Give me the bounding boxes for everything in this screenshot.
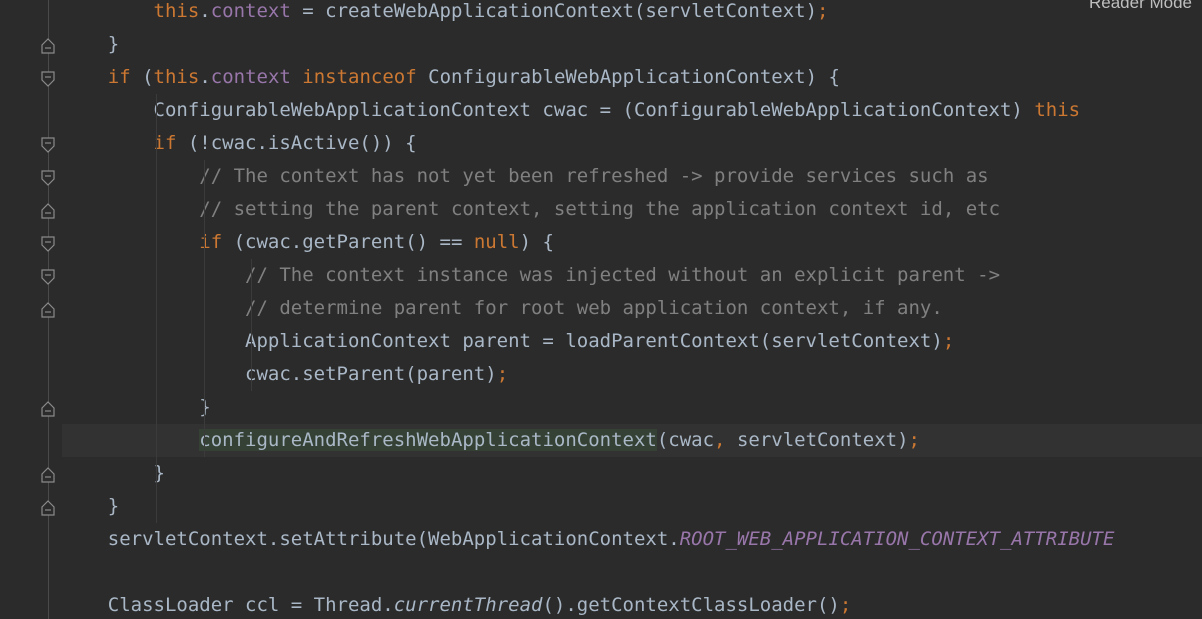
code-token: . xyxy=(199,0,211,22)
code-token: if xyxy=(107,66,131,88)
code-token: context xyxy=(210,0,291,22)
code-token: ; xyxy=(908,429,920,451)
fold-start-icon[interactable] xyxy=(41,235,55,252)
fold-end-icon[interactable] xyxy=(41,37,55,54)
code-line[interactable]: // The context instance was injected wit… xyxy=(62,259,1202,292)
code-token: (cwac.getParent() == xyxy=(222,231,474,253)
code-token: // setting the parent context, setting t… xyxy=(199,198,1001,220)
fold-end-icon[interactable] xyxy=(41,400,55,417)
code-token: context xyxy=(210,66,291,88)
code-token: ; xyxy=(496,363,509,385)
code-token: // determine parent for root web applica… xyxy=(245,297,943,319)
code-line[interactable]: } xyxy=(62,490,1202,523)
code-token: , xyxy=(714,429,726,451)
code-line[interactable]: cwac.setParent(parent); xyxy=(62,358,1202,391)
code-token: ; xyxy=(817,0,829,22)
code-token: null xyxy=(473,231,520,253)
code-token: this xyxy=(153,66,200,88)
code-token: if xyxy=(153,132,177,154)
code-line[interactable] xyxy=(62,556,1202,589)
code-token: (cwac xyxy=(656,429,715,451)
code-line[interactable]: servletContext.setAttribute(WebApplicati… xyxy=(62,523,1202,556)
fold-end-icon[interactable] xyxy=(41,301,55,318)
code-token: } xyxy=(62,33,120,55)
code-token: ConfigurableWebApplicationContext) { xyxy=(416,66,840,88)
code-token: ROOT_WEB_APPLICATION_CONTEXT_ATTRIBUTE xyxy=(679,528,1115,550)
code-token: ( xyxy=(130,66,154,88)
code-token: // The context instance was injected wit… xyxy=(245,264,1001,286)
fold-end-icon[interactable] xyxy=(41,202,55,219)
fold-end-icon[interactable] xyxy=(41,499,55,516)
code-token: ConfigurableWebApplicationContext cwac =… xyxy=(62,99,1035,121)
code-line[interactable]: } xyxy=(62,391,1202,424)
code-line[interactable]: // setting the parent context, setting t… xyxy=(62,193,1202,226)
code-line[interactable]: this.context = createWebApplicationConte… xyxy=(62,0,1202,28)
code-line[interactable]: if (cwac.getParent() == null) { xyxy=(62,226,1202,259)
code-token: } xyxy=(62,396,211,418)
code-line[interactable]: if (this.context instanceof Configurable… xyxy=(62,61,1202,94)
code-line[interactable]: ConfigurableWebApplicationContext cwac =… xyxy=(62,94,1202,127)
code-token: // The context has not yet been refreshe… xyxy=(199,165,989,187)
reader-mode-toggle[interactable]: Reader Mode xyxy=(1089,0,1192,13)
indent-guide xyxy=(203,160,205,457)
code-line[interactable]: } xyxy=(62,457,1202,490)
code-token: servletContext) xyxy=(725,429,909,451)
code-line[interactable]: ClassLoader ccl = Thread.currentThread()… xyxy=(62,589,1202,619)
code-token: ; xyxy=(839,594,852,616)
code-line[interactable]: configureAndRefreshWebApplicationContext… xyxy=(62,424,1202,457)
code-token: } xyxy=(62,495,120,517)
fold-end-icon[interactable] xyxy=(41,466,55,483)
code-line[interactable]: // The context has not yet been refreshe… xyxy=(62,160,1202,193)
code-token: currentThread xyxy=(393,594,543,616)
code-token: cwac.setParent(parent) xyxy=(62,363,497,385)
code-line[interactable]: // determine parent for root web applica… xyxy=(62,292,1202,325)
fold-start-icon[interactable] xyxy=(41,268,55,285)
code-token: (!cwac.isActive()) { xyxy=(176,132,417,154)
code-line[interactable]: } xyxy=(62,28,1202,61)
code-token: ApplicationContext parent = loadParentCo… xyxy=(62,330,943,352)
code-line[interactable]: if (!cwac.isActive()) { xyxy=(62,127,1202,160)
fold-start-icon[interactable] xyxy=(41,169,55,186)
code-token: this xyxy=(153,0,200,22)
code-line[interactable]: ApplicationContext parent = loadParentCo… xyxy=(62,325,1202,358)
editor-gutter xyxy=(0,0,62,619)
code-token: ().getContextClassLoader() xyxy=(542,594,840,616)
code-token: servletContext.setAttribute(WebApplicati… xyxy=(62,528,680,550)
indent-guide xyxy=(155,94,157,523)
code-token: ) { xyxy=(519,231,554,253)
code-token: . xyxy=(199,66,211,88)
code-token: } xyxy=(62,462,165,484)
code-token: ; xyxy=(942,330,955,352)
code-token: ClassLoader ccl = Thread. xyxy=(62,594,394,616)
code-token: this xyxy=(1034,99,1081,121)
indent-guide xyxy=(251,259,253,391)
code-token: configureAndRefreshWebApplicationContext xyxy=(199,429,657,451)
code-token: instanceof xyxy=(302,66,417,88)
fold-start-icon[interactable] xyxy=(41,70,55,87)
code-editor[interactable]: this.context = createWebApplicationConte… xyxy=(62,0,1202,619)
fold-start-icon[interactable] xyxy=(41,136,55,153)
code-token: = createWebApplicationContext(servletCon… xyxy=(290,0,818,22)
